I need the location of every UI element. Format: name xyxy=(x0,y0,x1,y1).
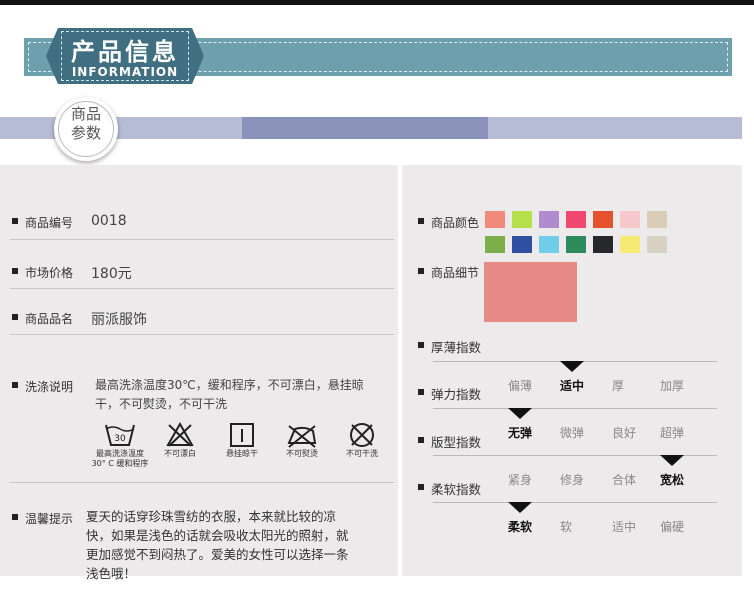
color-swatch[interactable] xyxy=(593,236,613,253)
bullet xyxy=(12,382,18,388)
detail-label: 商品细节 xyxy=(431,266,480,280)
index-option: 微弹 xyxy=(560,426,585,440)
tips-text: 夏天的话穿珍珠雪纺的衣服，本来就比较的凉快，如果是浅色的话就会吸收太阳光的照射，… xyxy=(86,509,349,581)
ribbon-right-tip xyxy=(192,28,204,84)
section-badge-line2: 参数 xyxy=(70,124,101,142)
bullet xyxy=(418,437,424,443)
index-marker xyxy=(508,408,532,419)
code-value: 0018 xyxy=(91,213,127,229)
section-band-left xyxy=(0,117,242,139)
section-badge-line1: 商品 xyxy=(70,105,101,123)
section-badge: 商品 参数 xyxy=(54,97,118,161)
index-option: 无弹 xyxy=(508,426,533,440)
color-swatch[interactable] xyxy=(512,236,532,253)
divider xyxy=(10,239,394,240)
color-swatch[interactable] xyxy=(620,236,640,253)
ribbon-left-tip xyxy=(46,28,58,84)
index-label: 弹力指数 xyxy=(431,387,482,402)
index-scale-line xyxy=(433,502,717,503)
price-label: 市场价格 xyxy=(25,266,74,280)
divider xyxy=(10,482,394,483)
care-label-2: 30° C 缓和程序 xyxy=(91,459,149,468)
color-swatch[interactable] xyxy=(512,211,532,228)
color-swatch[interactable] xyxy=(620,211,640,228)
care-label: 悬挂晾干 xyxy=(226,449,258,458)
index-label: 柔软指数 xyxy=(431,482,482,497)
bullet xyxy=(12,314,18,320)
index-option: 厚 xyxy=(612,379,625,393)
color-swatch[interactable] xyxy=(485,236,505,253)
index-option: 偏硬 xyxy=(660,520,685,534)
index-option: 宽松 xyxy=(660,473,685,487)
color-swatch[interactable] xyxy=(593,211,613,228)
care-item-no-dry-clean: 不可干洗 xyxy=(336,421,388,459)
care-label: 不可漂白 xyxy=(164,449,196,458)
bullet xyxy=(12,514,18,520)
top-border xyxy=(0,0,754,5)
bullet xyxy=(418,484,424,490)
bullet xyxy=(12,268,18,274)
color-swatch[interactable] xyxy=(539,236,559,253)
wash-instructions: 最高洗涤温度30℃，缓和程序，不可漂白，悬挂晾干，不可熨烫，不可干洗 xyxy=(95,378,364,411)
svg-text:30: 30 xyxy=(114,434,126,444)
color-swatch[interactable] xyxy=(485,211,505,228)
index-label: 版型指数 xyxy=(431,435,482,450)
care-label: 不可熨烫 xyxy=(286,449,318,458)
no-bleach-icon xyxy=(166,421,194,447)
care-item-no-bleach: 不可漂白 xyxy=(154,421,206,459)
color-swatch[interactable] xyxy=(566,211,586,228)
care-item-no-iron: 不可熨烫 xyxy=(276,421,328,459)
wash-30-icon: 30 xyxy=(105,424,135,446)
divider xyxy=(10,288,394,289)
care-label: 不可干洗 xyxy=(346,449,378,458)
tips-label: 温馨提示 xyxy=(25,512,74,526)
brand-label: 商品品名 xyxy=(25,312,74,326)
index-scale-line xyxy=(433,408,717,409)
section-band-right xyxy=(488,117,742,139)
section-band-middle xyxy=(242,117,488,139)
index-marker xyxy=(560,361,584,372)
code-label: 商品编号 xyxy=(25,216,74,230)
care-label: 最高洗涤温度 xyxy=(96,449,144,458)
color-swatch[interactable] xyxy=(647,236,667,253)
bullet xyxy=(12,218,18,224)
bullet xyxy=(418,218,424,224)
title-cn: 产品信息 xyxy=(71,38,179,66)
index-option: 修身 xyxy=(560,473,585,487)
index-option: 适中 xyxy=(560,379,585,393)
color-swatch[interactable] xyxy=(647,211,667,228)
index-option: 适中 xyxy=(612,520,637,534)
title-en: INFORMATION xyxy=(71,65,179,79)
index-option: 加厚 xyxy=(660,379,685,393)
care-item-wash: 30 最高洗涤温度 30° C 缓和程序 xyxy=(84,421,156,469)
care-item-hang-dry: 悬挂晾干 xyxy=(216,421,268,459)
bullet xyxy=(418,342,424,348)
brand-value: 丽派服饰 xyxy=(91,312,147,328)
index-option: 合体 xyxy=(612,473,637,487)
divider xyxy=(10,334,394,335)
index-option: 超弹 xyxy=(660,426,685,440)
index-option: 偏薄 xyxy=(508,379,533,393)
index-option: 良好 xyxy=(612,426,637,440)
index-option: 紧身 xyxy=(508,473,533,487)
wash-label: 洗涤说明 xyxy=(25,380,74,394)
color-swatch[interactable] xyxy=(539,211,559,228)
no-iron-icon xyxy=(287,425,317,448)
color-swatch[interactable] xyxy=(566,236,586,253)
colors-label: 商品颜色 xyxy=(431,216,480,230)
info-title-tag: 产品信息 INFORMATION xyxy=(58,28,192,84)
index-option: 柔软 xyxy=(508,520,533,534)
no-dry-clean-icon xyxy=(350,423,374,447)
index-marker xyxy=(660,455,684,466)
fabric-detail-swatch xyxy=(484,262,577,322)
price-value: 180元 xyxy=(91,266,132,282)
bullet xyxy=(418,389,424,395)
bullet xyxy=(418,268,424,274)
index-marker xyxy=(508,502,532,513)
index-option: 软 xyxy=(560,520,573,534)
hang-dry-icon xyxy=(230,423,254,447)
index-label: 厚薄指数 xyxy=(431,340,482,355)
